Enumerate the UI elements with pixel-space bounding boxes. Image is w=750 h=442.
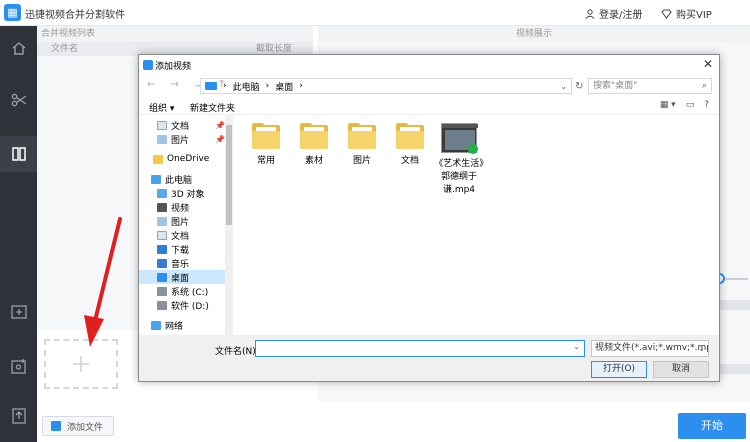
tree-item-drive-c[interactable]: 系统 (C:) — [139, 284, 227, 298]
folder-icon — [300, 123, 328, 149]
cube-icon — [157, 188, 167, 198]
left-sidebar — [0, 26, 37, 442]
add-file-label: 添加文件 — [67, 422, 104, 433]
add-file-button[interactable]: 添加文件 — [42, 416, 114, 436]
search-icon: ⌕ — [701, 81, 707, 91]
filetype-select[interactable]: 视频文件(*.avi;*.wmv;*.mp4;*. ⌄ — [591, 340, 709, 357]
download-icon — [157, 244, 167, 254]
search-input[interactable]: 搜索"桌面" ⌕ — [588, 78, 712, 94]
address-bar[interactable]: › 此电脑 › 桌面 › ⌄ — [200, 78, 572, 94]
preview-pane-icon[interactable]: ▭ — [686, 100, 695, 110]
tree-item-pictures[interactable]: 图片 — [139, 214, 227, 228]
folder-icon — [153, 154, 163, 164]
view-options-icon[interactable]: ▦ ▾ — [660, 100, 676, 110]
app-titlebar: ▦ 迅捷视频合并分割软件 登录/注册 购买VIP — [0, 0, 750, 26]
plus-icon — [73, 356, 89, 372]
user-icon — [585, 8, 595, 19]
folder-item[interactable]: 图片 — [339, 123, 385, 166]
network-icon — [151, 320, 161, 330]
app-logo-icon: ▦ — [4, 4, 21, 21]
preview-control-bar-2 — [719, 364, 750, 374]
folder-icon — [252, 123, 280, 149]
login-label: 登录/注册 — [599, 10, 643, 21]
document-icon — [157, 230, 167, 240]
tree-item-pictures-quick[interactable]: 图片 📌 — [139, 132, 227, 146]
video-file-item[interactable]: 《艺术生活》郭德纲于谦.mp4 — [433, 123, 485, 195]
video-icon — [157, 202, 167, 212]
picture-icon — [157, 134, 167, 144]
open-button[interactable]: 打开(O) — [591, 361, 647, 378]
drive-icon — [157, 286, 167, 296]
pin-icon: 📌 — [215, 134, 225, 144]
dialog-title: 添加视频 — [155, 62, 192, 72]
dialog-footer: 文件名(N): ⌄ 视频文件(*.avi;*.wmv;*.mp4;*. ⌄ 打开… — [139, 335, 719, 381]
home-icon[interactable] — [0, 30, 37, 66]
breadcrumb-desktop[interactable]: 桌面 — [275, 80, 293, 93]
column-filename: 文件名 — [51, 44, 79, 54]
dialog-nav-row: ← → ⌄ ↑ › 此电脑 › 桌面 › ⌄ ↻ 搜索"桌面" ⌕ — [139, 75, 719, 97]
dialog-toolbar: 组织 ▾ 新建文件夹 ▦ ▾ ▭ ? — [139, 97, 719, 115]
music-icon — [157, 258, 167, 268]
dialog-titlebar: 添加视频 ✕ — [139, 55, 719, 75]
organize-button[interactable]: 组织 ▾ — [149, 101, 174, 114]
tree-item-videos[interactable]: 视频 — [139, 200, 227, 214]
chevron-down-icon[interactable]: ⌄ — [560, 82, 567, 91]
breadcrumb-this-pc[interactable]: 此电脑 — [233, 80, 260, 93]
login-button[interactable]: 登录/注册 — [585, 6, 642, 21]
help-icon[interactable]: ? — [704, 100, 709, 110]
new-folder-button[interactable]: 新建文件夹 — [190, 101, 235, 114]
computer-icon — [205, 82, 217, 90]
tree-item-downloads[interactable]: 下载 — [139, 242, 227, 256]
merge-list-header: 合并视频列表 — [37, 26, 313, 42]
document-icon — [157, 120, 167, 130]
app-title: 迅捷视频合并分割软件 — [25, 10, 125, 21]
computer-icon — [151, 174, 161, 184]
tree-item-music[interactable]: 音乐 — [139, 256, 227, 270]
tree-item-onedrive[interactable]: OneDrive — [139, 152, 227, 166]
folder-item[interactable]: 常用 — [243, 123, 289, 166]
picture-icon — [157, 216, 167, 226]
tree-item-network[interactable]: 网络 — [139, 318, 227, 332]
preview-header: 视频展示 — [318, 26, 750, 42]
video-thumbnail-icon — [441, 123, 478, 154]
add-video-dialog: 添加视频 ✕ ← → ⌄ ↑ › 此电脑 › 桌面 › ⌄ ↻ 搜索"桌面" ⌕… — [138, 54, 720, 382]
refresh-icon[interactable]: ↻ — [575, 81, 583, 92]
preview-control-bar — [719, 300, 750, 310]
dialog-app-icon — [143, 60, 153, 70]
diamond-icon — [661, 9, 672, 19]
tree-scrollbar-thumb[interactable] — [226, 125, 232, 225]
export-icon[interactable] — [0, 398, 37, 434]
cancel-button[interactable]: 取消 — [653, 361, 709, 378]
filename-label: 文件名(N): — [215, 347, 259, 357]
folder-icon — [348, 123, 376, 149]
tree-item-documents[interactable]: 文档 — [139, 228, 227, 242]
folder-tree: 文档 📌 图片 📌 OneDrive 此电脑 3D 对象 视频 图片 文档 下载 音… — [139, 115, 233, 335]
drive-icon — [157, 300, 167, 310]
settings-media-icon[interactable] — [0, 348, 37, 384]
vip-label: 购买VIP — [676, 10, 712, 21]
tree-item-drive-d[interactable]: 软件 (D:) — [139, 298, 227, 312]
close-icon[interactable]: ✕ — [703, 57, 713, 71]
file-grid: 常用 素材 图片 文档 《艺术生活》郭德纲于谦.mp4 — [233, 115, 719, 335]
chevron-down-icon[interactable]: ⌄ — [573, 342, 580, 351]
add-file-icon — [51, 421, 61, 431]
tree-item-desktop[interactable]: 桌面 — [139, 270, 227, 284]
folder-item[interactable]: 素材 — [291, 123, 337, 166]
pin-icon: 📌 — [215, 120, 225, 130]
chevron-down-icon: ⌄ — [698, 344, 705, 353]
red-arrow-annotation — [84, 217, 122, 347]
desktop-icon — [157, 272, 167, 282]
merge-icon[interactable] — [0, 136, 37, 172]
tree-item-3d-objects[interactable]: 3D 对象 — [139, 186, 227, 200]
filename-input[interactable]: ⌄ — [255, 340, 585, 357]
search-placeholder: 搜索"桌面" — [593, 81, 638, 91]
buy-vip-button[interactable]: 购买VIP — [661, 6, 712, 21]
folder-item[interactable]: 文档 — [387, 123, 433, 166]
scissors-icon[interactable] — [0, 82, 37, 118]
tree-item-this-pc[interactable]: 此电脑 — [139, 172, 227, 186]
start-button[interactable]: 开始 — [678, 413, 746, 439]
tree-item-documents-quick[interactable]: 文档 📌 — [139, 118, 227, 132]
folder-icon — [396, 123, 424, 149]
add-media-icon[interactable] — [0, 294, 37, 330]
